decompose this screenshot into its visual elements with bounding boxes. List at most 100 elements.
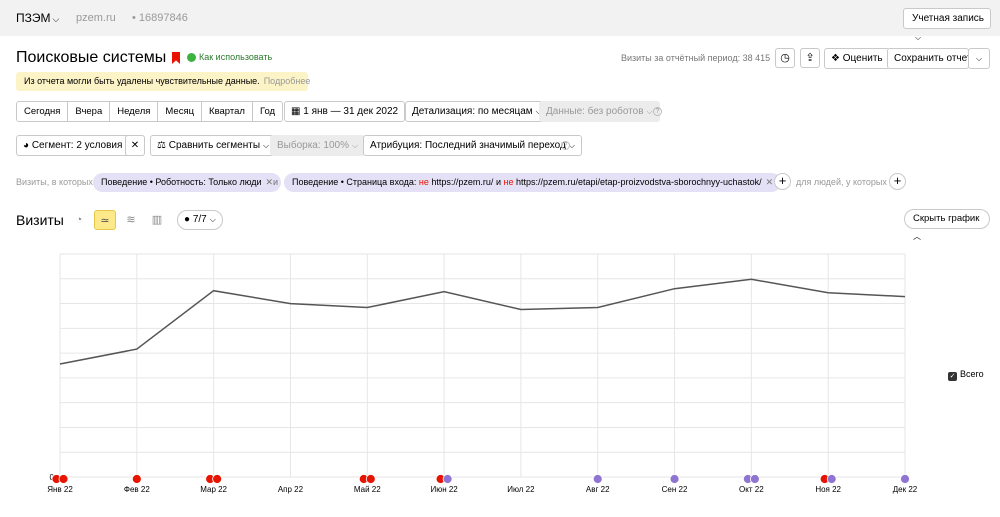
event-marker-purple bbox=[900, 474, 910, 484]
plus-icon: + bbox=[778, 173, 787, 188]
rate-button[interactable]: ❖ Оценить bbox=[824, 48, 890, 69]
x-tick-label: Окт 22 bbox=[739, 485, 764, 494]
rate-button-label: Оценить bbox=[842, 53, 883, 64]
clock-icon: ◷ bbox=[780, 52, 790, 64]
legend-label-total: Всего bbox=[960, 369, 984, 379]
chevron-down-icon: ⌵ bbox=[646, 107, 653, 116]
condition-and: и bbox=[493, 177, 504, 187]
calendar-icon: ▦ bbox=[291, 106, 301, 117]
condition-negation: не bbox=[503, 177, 514, 187]
chevron-down-icon: ⌵ bbox=[52, 14, 60, 24]
x-tick-label: Июн 22 bbox=[430, 485, 458, 494]
chevron-down-icon: ⌵ bbox=[915, 33, 922, 42]
bookmark-icon[interactable] bbox=[172, 52, 180, 64]
period-today[interactable]: Сегодня bbox=[17, 102, 69, 121]
x-tick-label: Апр 22 bbox=[278, 485, 304, 494]
visits-period: Визиты за отчётный период: 38 415 bbox=[621, 53, 771, 63]
save-report-button[interactable]: Сохранить отчет bbox=[887, 48, 972, 69]
x-tick-label: Май 22 bbox=[354, 485, 381, 494]
event-marker-red bbox=[365, 474, 376, 484]
series-dot-icon: ● bbox=[184, 214, 191, 225]
sampling-label: Выборка: 100% bbox=[277, 140, 349, 151]
condition-chip-robots[interactable]: Поведение • Роботность: Только люди ✕ bbox=[93, 173, 282, 192]
series-selector[interactable]: ● 7/7 ⌵ bbox=[177, 210, 223, 230]
event-marker-purple bbox=[749, 474, 760, 484]
counter-selector[interactable]: ПЗЭМ ⌵ bbox=[16, 11, 59, 25]
event-marker-purple bbox=[592, 474, 603, 484]
event-marker-purple bbox=[826, 474, 837, 484]
event-marker-red bbox=[131, 474, 142, 484]
detail-label: Детализация: по месяцам bbox=[412, 106, 533, 117]
rate-icon: ❖ bbox=[831, 53, 840, 64]
chevron-down-icon: ⌵ bbox=[975, 54, 983, 63]
condition-url: https://pzem.ru/ bbox=[428, 177, 494, 187]
bar-chart-icon[interactable]: ▥ bbox=[146, 210, 168, 230]
close-icon[interactable]: ✕ bbox=[266, 177, 274, 187]
data-filter-button[interactable]: Данные: без роботов ⌵ bbox=[539, 101, 660, 122]
counter-name: ПЗЭМ bbox=[16, 11, 51, 25]
period-month[interactable]: Месяц bbox=[158, 102, 203, 121]
add-user-condition-button[interactable]: + bbox=[889, 173, 906, 190]
series-line-total bbox=[59, 278, 906, 365]
question-icon[interactable]: ? bbox=[653, 107, 662, 116]
close-icon: ✕ bbox=[130, 140, 140, 151]
add-condition-button[interactable]: + bbox=[774, 173, 791, 190]
top-bar: ПЗЭМ ⌵ pzem.ru • 16897846 Учетная запись⌵ bbox=[0, 0, 1000, 42]
pie-icon: ◕ bbox=[23, 140, 30, 151]
compare-icon: ⚖ bbox=[157, 140, 166, 151]
chevron-down-icon: ⌵ bbox=[263, 141, 270, 150]
conditions-label: Визиты, в которых bbox=[16, 177, 93, 187]
upload-icon: ⇪ bbox=[805, 52, 815, 64]
date-range-button[interactable]: ▦ 1 янв — 31 дек 2022 bbox=[284, 101, 406, 122]
date-range-label: 1 янв — 31 дек 2022 bbox=[303, 106, 399, 117]
event-markers bbox=[51, 474, 910, 484]
x-tick-label: Ноя 22 bbox=[815, 485, 841, 494]
for-people-label: для людей, у которых bbox=[796, 177, 887, 187]
condition-chip-text: Поведение • Роботность: Только люди bbox=[101, 177, 262, 187]
period-yesterday[interactable]: Вчера bbox=[68, 102, 111, 121]
condition-chip-entry-page[interactable]: Поведение • Страница входа: не https://p… bbox=[284, 173, 782, 192]
conditions-and: и bbox=[273, 177, 279, 187]
plus-icon: + bbox=[893, 173, 902, 188]
segment-button[interactable]: ◕ Сегмент: 2 условия⌵ bbox=[16, 135, 139, 156]
event-marker-red bbox=[58, 474, 69, 484]
clear-segment-button[interactable]: ✕ bbox=[125, 135, 145, 156]
x-tick-label: Мар 22 bbox=[200, 485, 227, 494]
save-report-label: Сохранить отчет bbox=[894, 53, 972, 64]
chart-legend[interactable]: ✓ Всего bbox=[948, 369, 984, 381]
chart-title: Визиты bbox=[16, 212, 64, 228]
x-tick-label: Авг 22 bbox=[586, 485, 610, 494]
period-presets: Сегодня Вчера Неделя Месяц Квартал Год bbox=[16, 101, 284, 122]
chevron-down-icon: ⌵ bbox=[352, 141, 359, 150]
attribution-button[interactable]: Атрибуция: Последний значимый переход ⌵ bbox=[363, 135, 582, 156]
question-icon[interactable]: ? bbox=[561, 141, 570, 150]
chart-grid bbox=[59, 253, 906, 478]
notice-more-link[interactable]: Подробнее bbox=[264, 76, 311, 86]
pie-chart-icon[interactable]: ◔ bbox=[68, 210, 90, 230]
condition-chip-prefix: Поведение • Страница входа: bbox=[292, 177, 419, 187]
close-icon[interactable]: ✕ bbox=[766, 177, 774, 187]
segment-label: Сегмент: 2 условия bbox=[31, 140, 123, 151]
help-link[interactable]: Как использовать bbox=[199, 52, 272, 62]
sampling-button[interactable]: Выборка: 100% ⌵ bbox=[270, 135, 366, 156]
account-button[interactable]: Учетная запись ⌵ bbox=[903, 8, 991, 42]
period-quarter[interactable]: Квартал bbox=[202, 102, 253, 121]
compare-segments-button[interactable]: ⚖ Сравнить сегменты ⌵ bbox=[150, 135, 277, 156]
event-marker-purple bbox=[442, 474, 453, 484]
data-filter-label: Данные: без роботов bbox=[546, 106, 644, 117]
period-year[interactable]: Год bbox=[252, 102, 283, 121]
detail-button[interactable]: Детализация: по месяцам⌵ bbox=[405, 101, 549, 122]
page-title: Поисковые системы bbox=[16, 49, 167, 66]
event-marker-red bbox=[212, 474, 223, 484]
hide-chart-label: Скрыть график bbox=[913, 213, 980, 224]
checkbox-icon[interactable]: ✓ bbox=[948, 372, 957, 381]
sensitive-data-notice: Из отчета могли быть удалены чувствитель… bbox=[16, 72, 311, 91]
export-button[interactable]: ⇪ bbox=[800, 48, 820, 68]
area-chart-icon[interactable]: ≋ bbox=[120, 210, 142, 230]
save-options-button[interactable]: ⌵ bbox=[968, 48, 990, 69]
history-button[interactable]: ◷ bbox=[775, 48, 795, 68]
period-week[interactable]: Неделя bbox=[110, 102, 159, 121]
x-tick-label: Дек 22 bbox=[893, 485, 918, 494]
hide-chart-button[interactable]: Скрыть график ︿ bbox=[904, 209, 990, 241]
line-chart-icon[interactable]: ≃ bbox=[94, 210, 116, 230]
